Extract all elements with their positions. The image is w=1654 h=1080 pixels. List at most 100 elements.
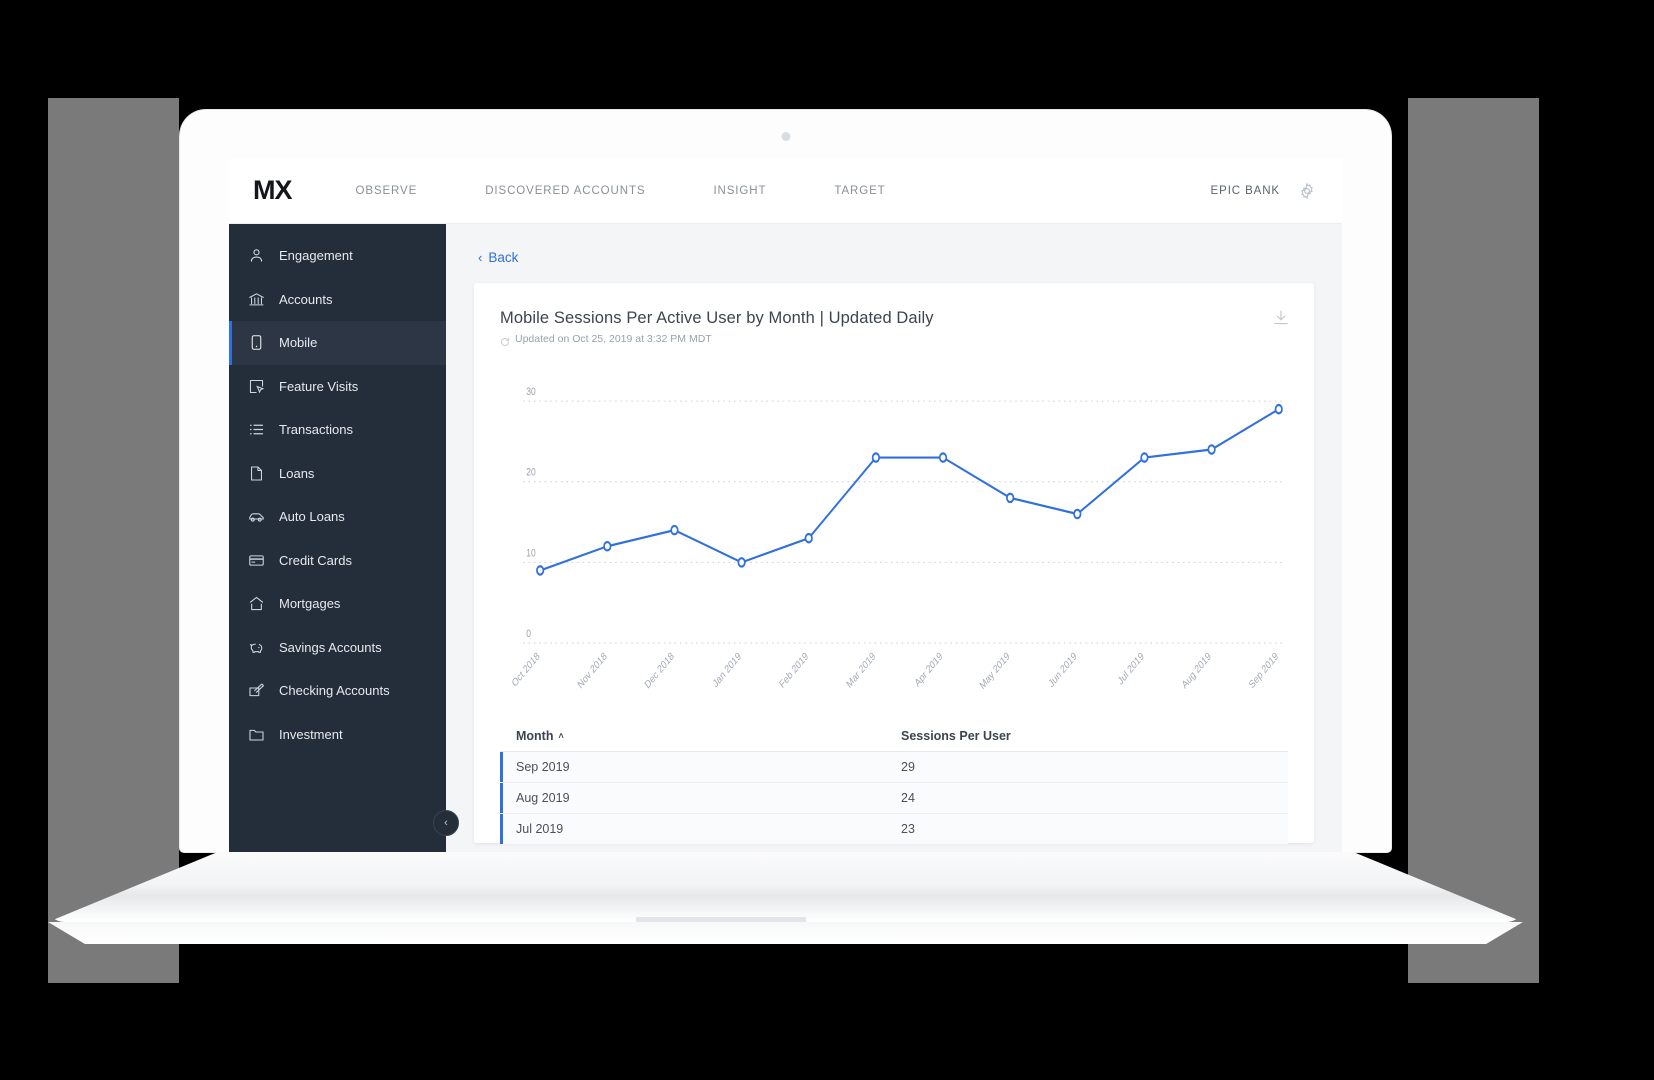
table-row[interactable]: Aug 2019 24 — [500, 783, 1288, 814]
table-header-row: Month ˄ Sessions Per User — [500, 729, 1288, 752]
piggy-bank-icon — [248, 639, 265, 656]
sidebar-collapse-button[interactable]: ‹ — [433, 810, 459, 836]
chart-x-label: Jun 2019 — [1047, 650, 1079, 690]
list-icon — [248, 421, 265, 438]
laptop-base — [48, 852, 1523, 922]
sidebar-item-loans[interactable]: Loans — [229, 452, 446, 496]
chart-x-label: Nov 2018 — [576, 650, 609, 691]
last-updated-text: Updated on Oct 25, 2019 at 3:32 PM MDT — [515, 333, 712, 345]
chart-series-line — [539, 408, 1280, 572]
checkbook-pen-icon — [248, 682, 265, 699]
chart-point[interactable] — [1207, 444, 1216, 455]
svg-text:20: 20 — [526, 467, 536, 479]
sidebar-item-label: Feature Visits — [279, 378, 359, 394]
cursor-click-icon — [248, 378, 265, 395]
chart-data-points — [536, 403, 1283, 576]
sidebar-item-mortgages[interactable]: Mortgages — [229, 582, 446, 626]
chart-x-label: Mar 2019 — [845, 650, 878, 691]
laptop-foot — [48, 922, 1523, 944]
person-icon — [248, 247, 265, 264]
chart-point[interactable] — [670, 524, 679, 536]
car-icon — [248, 508, 265, 525]
sidebar: Engagement Accounts Mobile Feature Visit… — [229, 224, 459, 852]
nav-discovered-accounts[interactable]: DISCOVERED ACCOUNTS — [451, 185, 679, 197]
table-body: Sep 2019 29 Aug 2019 24 Jul 2019 23 — [500, 752, 1288, 845]
mx-logo[interactable]: MX — [253, 175, 292, 206]
chart-point[interactable] — [536, 565, 545, 576]
sidebar-item-label: Mortgages — [279, 596, 341, 612]
laptop-lid: MX OBSERVE DISCOVERED ACCOUNTS INSIGHT T… — [180, 110, 1391, 852]
sidebar-item-auto-loans[interactable]: Auto Loans — [229, 495, 446, 539]
table-row[interactable]: Sep 2019 29 — [500, 752, 1288, 783]
sidebar-item-label: Accounts — [279, 291, 333, 307]
sidebar-item-engagement[interactable]: Engagement — [229, 234, 446, 278]
sidebar-item-accounts[interactable]: Accounts — [229, 278, 446, 322]
chart-y-axis-labels: 0 10 20 30 — [526, 386, 536, 640]
back-button[interactable]: ‹ Back — [478, 250, 1314, 265]
column-header-sessions[interactable]: Sessions Per User — [901, 729, 1011, 743]
nav-target[interactable]: TARGET — [800, 185, 919, 197]
backdrop-bar-right — [1408, 98, 1539, 983]
chart-x-label: Jul 2019 — [1116, 650, 1146, 687]
download-icon[interactable] — [1272, 309, 1290, 327]
chart-x-label: Dec 2018 — [643, 650, 676, 691]
primary-nav: OBSERVE DISCOVERED ACCOUNTS INSIGHT TARG… — [356, 185, 920, 197]
sidebar-item-label: Loans — [279, 465, 315, 481]
table-row[interactable]: Jul 2019 23 — [500, 814, 1288, 845]
line-chart: 0 10 20 30 Oct 2018 Nov 2018 Dec 2018 Jan 2019… — [500, 371, 1288, 723]
chart-x-axis-labels: Oct 2018 Nov 2018 Dec 2018 Jan 2019 Feb 2019… — [510, 650, 1280, 692]
cell-month: Aug 2019 — [516, 791, 570, 805]
laptop-screen: MX OBSERVE DISCOVERED ACCOUNTS INSIGHT T… — [229, 158, 1342, 852]
chart-point[interactable] — [1073, 508, 1082, 520]
backdrop-bar-left — [48, 98, 179, 983]
sidebar-item-mobile[interactable]: Mobile — [229, 321, 446, 365]
chart-x-label: Oct 2018 — [510, 650, 542, 690]
gear-icon[interactable] — [1298, 182, 1316, 200]
chart-point[interactable] — [871, 452, 880, 463]
sidebar-item-credit-cards[interactable]: Credit Cards — [229, 539, 446, 583]
sidebar-item-savings-accounts[interactable]: Savings Accounts — [229, 626, 446, 670]
chart-x-label: Sep 2019 — [1247, 650, 1280, 691]
chart-x-label: Feb 2019 — [778, 650, 811, 691]
sidebar-item-investment[interactable]: Investment — [229, 713, 446, 757]
top-navigation-bar: MX OBSERVE DISCOVERED ACCOUNTS INSIGHT T… — [229, 158, 1342, 224]
top-nav-right: EPIC BANK — [1211, 182, 1316, 200]
chart-point[interactable] — [1274, 403, 1283, 415]
chart-point[interactable] — [804, 532, 813, 544]
sidebar-item-label: Credit Cards — [279, 552, 352, 568]
sidebar-item-checking-accounts[interactable]: Checking Accounts — [229, 669, 446, 713]
svg-text:0: 0 — [526, 628, 531, 640]
sidebar-item-label: Checking Accounts — [279, 683, 390, 699]
chevron-left-icon: ‹ — [478, 250, 483, 265]
sidebar-item-label: Savings Accounts — [279, 639, 382, 655]
data-table: Month ˄ Sessions Per User Sep 2019 29 Aug … — [500, 729, 1288, 845]
chart-x-label: Jan 2019 — [711, 650, 743, 690]
sidebar-item-label: Transactions — [279, 422, 353, 438]
sidebar-item-feature-visits[interactable]: Feature Visits — [229, 365, 446, 409]
webcam-icon — [781, 132, 790, 141]
chart-point[interactable] — [737, 557, 746, 568]
cell-sessions-per-user: 24 — [901, 791, 915, 805]
sort-ascending-icon: ˄ — [558, 731, 564, 741]
nav-observe[interactable]: OBSERVE — [356, 185, 452, 197]
chart-point[interactable] — [1140, 452, 1149, 463]
folder-icon — [248, 726, 265, 743]
sidebar-item-label: Auto Loans — [279, 509, 345, 525]
credit-card-icon — [248, 552, 265, 569]
main-content: ‹ Back Mobile Sessions Per Active User b… — [446, 224, 1342, 852]
chart-x-label: Aug 2019 — [1180, 650, 1213, 691]
chart-x-label: Apr 2019 — [913, 650, 945, 689]
chart-point[interactable] — [938, 452, 948, 463]
nav-insight[interactable]: INSIGHT — [679, 185, 800, 197]
refresh-icon — [500, 334, 510, 347]
sidebar-item-label: Investment — [279, 726, 343, 742]
house-icon — [248, 595, 265, 612]
cell-sessions-per-user: 29 — [901, 760, 915, 774]
column-header-month[interactable]: Month ˄ — [516, 729, 901, 743]
column-header-month-label: Month — [516, 729, 554, 743]
chart-gridlines — [523, 400, 1285, 644]
chart-svg: 0 10 20 30 Oct 2018 Nov 2018 Dec 2018 Jan 2019… — [510, 386, 1285, 692]
sidebar-item-transactions[interactable]: Transactions — [229, 408, 446, 452]
chart-point[interactable] — [603, 540, 612, 552]
chart-point[interactable] — [1006, 492, 1015, 504]
